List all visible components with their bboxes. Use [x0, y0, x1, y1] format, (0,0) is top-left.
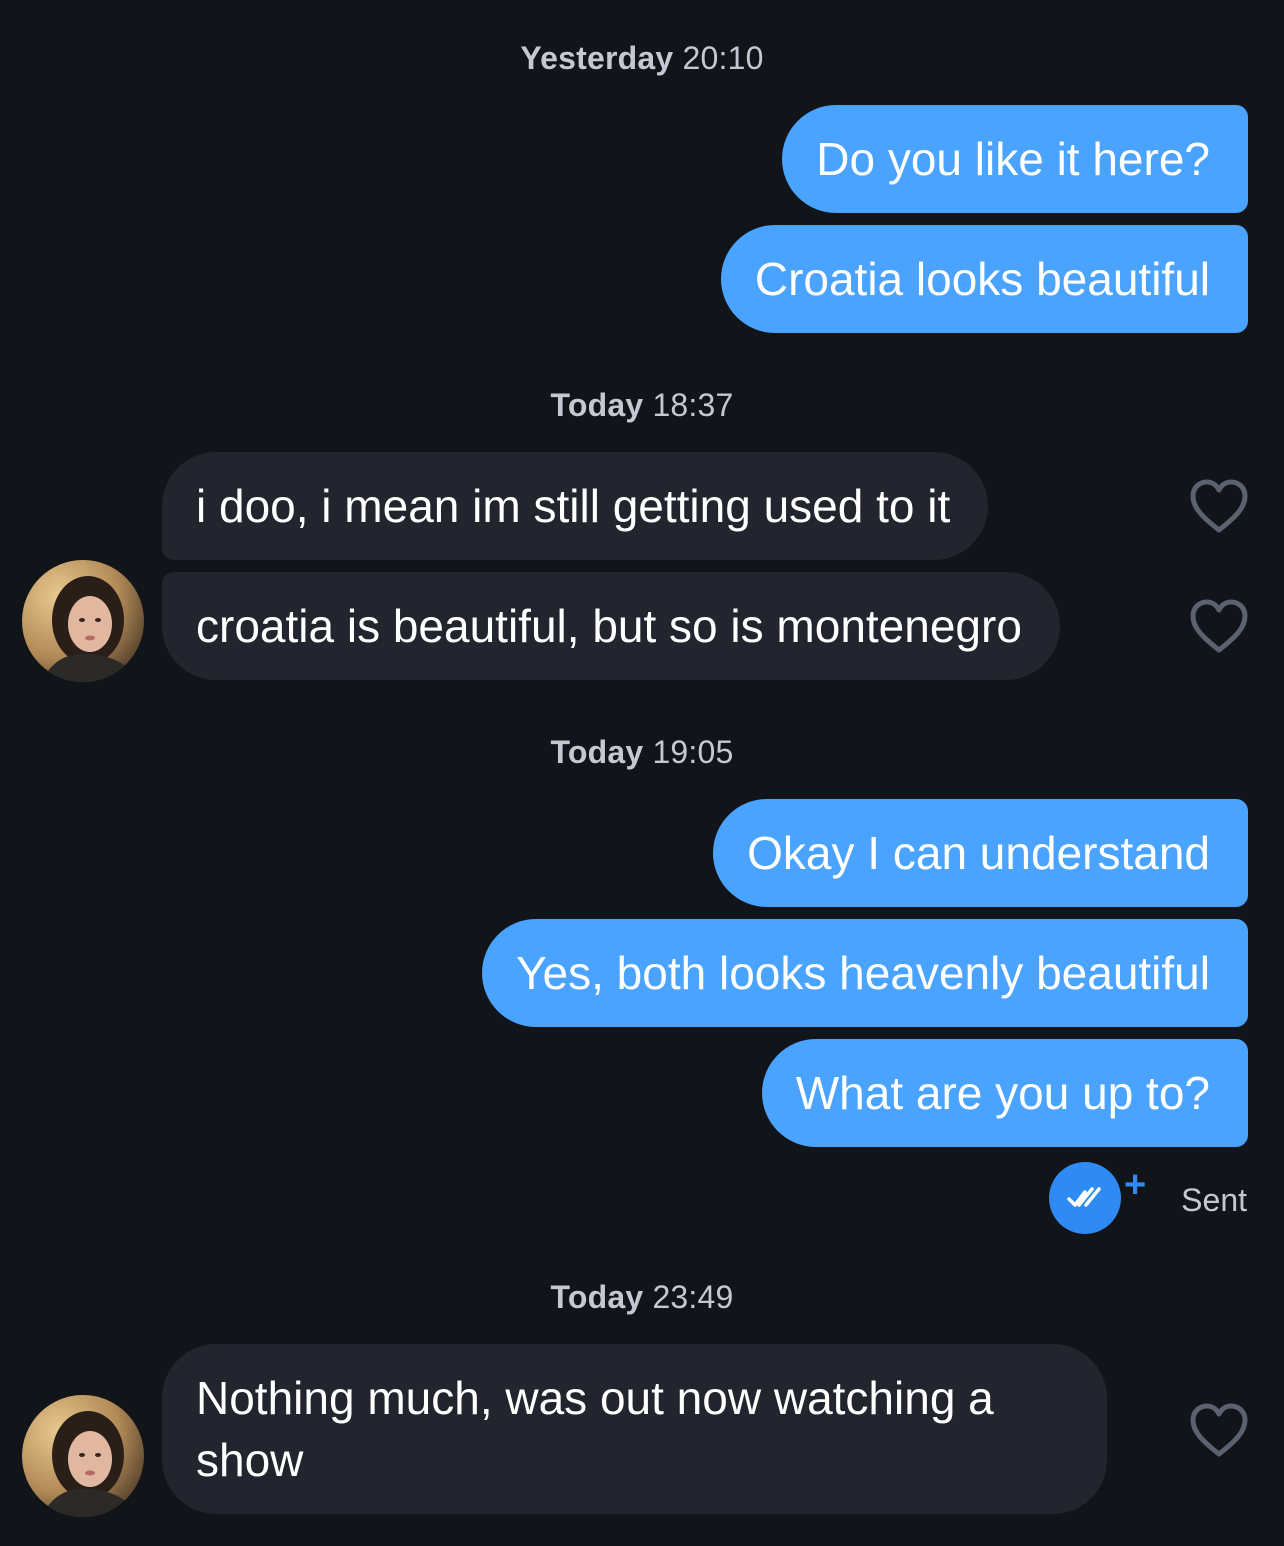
timestamp-day: Today	[550, 1279, 644, 1315]
timestamp-time: 23:49	[652, 1279, 734, 1315]
timestamp-separator: Today 23:49	[0, 1279, 1284, 1316]
timestamp-time: 18:37	[652, 387, 734, 423]
incoming-message[interactable]: i doo, i mean im still getting used to i…	[162, 452, 989, 560]
timestamp-time: 20:10	[682, 40, 764, 76]
plus-icon[interactable]: +	[1124, 1166, 1146, 1204]
outgoing-message[interactable]: Croatia looks beautiful	[720, 225, 1248, 333]
timestamp-separator: Yesterday 20:10	[0, 40, 1284, 77]
timestamp-separator: Today 19:05	[0, 734, 1284, 771]
heart-icon[interactable]	[1189, 1402, 1249, 1458]
outgoing-message[interactable]: Yes, both looks heavenly beautiful	[482, 919, 1248, 1027]
outgoing-message[interactable]: Do you like it here?	[782, 105, 1248, 213]
outgoing-message[interactable]: Okay I can understand	[713, 799, 1248, 907]
outgoing-message[interactable]: What are you up to?	[761, 1039, 1248, 1147]
incoming-message[interactable]: croatia is beautiful, but so is monteneg…	[162, 572, 1060, 680]
avatar[interactable]	[22, 560, 144, 682]
incoming-message[interactable]: Nothing much, was out now watching a sho…	[162, 1344, 1107, 1514]
avatar[interactable]	[22, 1395, 144, 1517]
heart-icon[interactable]	[1189, 598, 1249, 654]
timestamp-separator: Today 18:37	[0, 387, 1284, 424]
read-receipt-badge[interactable]	[1049, 1162, 1121, 1234]
double-check-icon	[1067, 1187, 1101, 1207]
timestamp-time: 19:05	[652, 734, 734, 770]
timestamp-day: Yesterday	[520, 40, 674, 76]
timestamp-day: Today	[550, 734, 644, 770]
sent-status: Sent	[1181, 1182, 1247, 1218]
timestamp-day: Today	[550, 387, 644, 423]
heart-icon[interactable]	[1189, 478, 1249, 534]
